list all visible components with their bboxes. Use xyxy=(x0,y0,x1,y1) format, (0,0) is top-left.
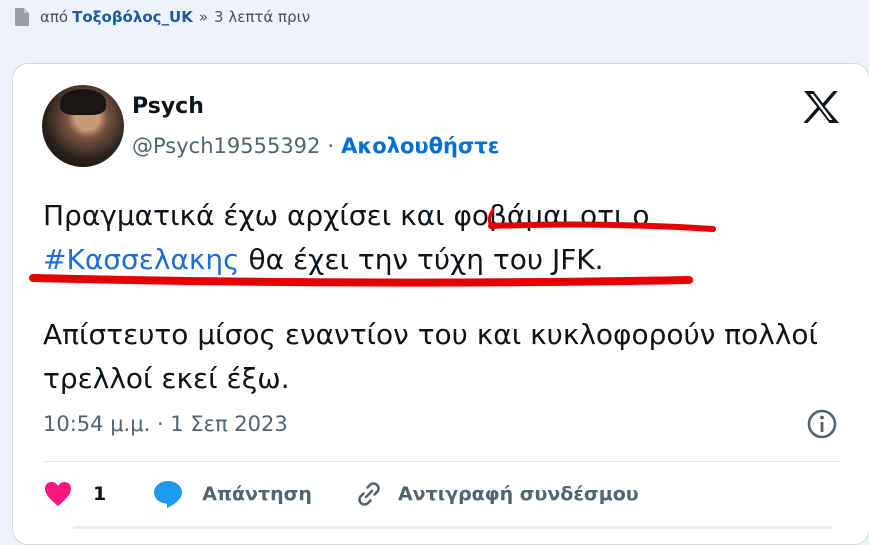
meta-prefix: από xyxy=(40,8,69,26)
tweet-paragraph-2: Απίστευτο μίσος εναντίον του και κυκλοφο… xyxy=(43,318,819,395)
divider xyxy=(43,461,841,462)
handle-dot: · xyxy=(327,134,335,158)
copy-link-button[interactable]: Αντιγραφή συνδέσμου xyxy=(398,483,639,505)
author-link[interactable]: Τοξοβόλος_UK xyxy=(72,8,193,26)
reply-bubble-icon[interactable] xyxy=(152,479,184,509)
handle[interactable]: @Psych19555392 xyxy=(132,134,320,158)
x-logo-icon[interactable] xyxy=(801,89,841,125)
link-icon[interactable] xyxy=(354,479,384,509)
post-meta: από Τοξοβόλος_UK » 3 λεπτά πριν xyxy=(14,6,310,28)
handle-row: @Psych19555392 · Ακολουθήστε xyxy=(132,134,499,158)
tweet-line-2: θα έχει την τύχη του JFK. xyxy=(239,243,604,276)
display-name[interactable]: Psych xyxy=(132,94,204,119)
like-count[interactable]: 1 xyxy=(93,483,106,505)
follow-button[interactable]: Ακολουθήστε xyxy=(341,134,499,158)
info-icon[interactable] xyxy=(806,408,838,440)
meta-separator: » xyxy=(198,8,209,26)
time-ago: 3 λεπτά πριν xyxy=(214,8,311,26)
reply-button[interactable]: Απάντηση xyxy=(202,483,312,505)
tweet-text: Πραγματικά έχω αρχίσει και φοβάμαι οτι ο… xyxy=(43,194,843,401)
tweet-paragraph-1: Πραγματικά έχω αρχίσει και φοβάμαι οτι ο… xyxy=(43,194,843,282)
tweet-actions: 1 Απάντηση Αντιγραφή συνδέσμου xyxy=(43,474,639,514)
document-icon xyxy=(15,8,29,26)
avatar[interactable] xyxy=(42,85,124,167)
heart-icon[interactable] xyxy=(43,480,73,508)
tweet-timestamp[interactable]: 10:54 μ.μ. · 1 Σεπ 2023 xyxy=(43,412,288,436)
hashtag-link[interactable]: #Κασσελακης xyxy=(43,243,240,276)
tweet-card: Psych @Psych19555392 · Ακολουθήστε Πραγμ… xyxy=(12,63,869,545)
tweet-line-1: Πραγματικά έχω αρχίσει και φοβάμαι οτι ο xyxy=(43,199,650,232)
